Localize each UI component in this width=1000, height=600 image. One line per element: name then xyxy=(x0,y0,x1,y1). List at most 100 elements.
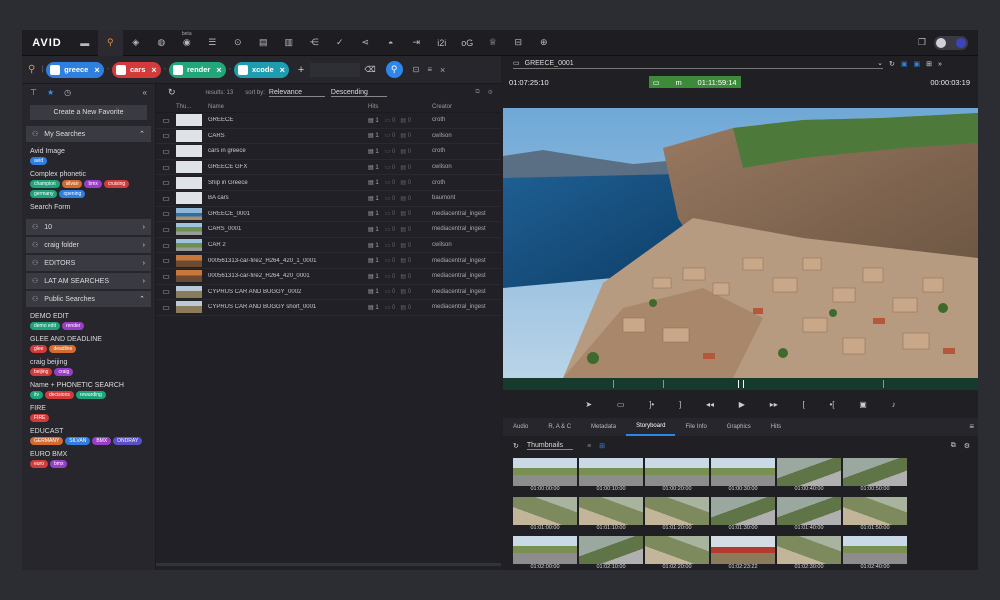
search-button[interactable]: ⚲ xyxy=(385,61,403,78)
grid-icon[interactable]: ▤ xyxy=(251,30,277,56)
tab-storyboard[interactable]: Storyboard xyxy=(626,418,676,436)
refresh-icon[interactable]: ↻ xyxy=(168,87,176,98)
settings-icon[interactable]: ⚙ xyxy=(964,442,970,450)
tab-r-a-c[interactable]: R, A & C xyxy=(538,418,581,436)
table-row[interactable]: ▭ cars in greece ▤ 1 ▭ 0 ▤ 0 croth xyxy=(156,144,501,160)
favorite-item[interactable]: GLEE AND DEADLINE glee deadline xyxy=(22,332,155,355)
list-icon[interactable]: ☰ xyxy=(200,30,226,56)
tab-metadata[interactable]: Metadata xyxy=(581,418,626,436)
audio-icon[interactable]: ♪ xyxy=(892,400,896,409)
asset-name[interactable]: GREECE_0001 xyxy=(525,60,574,67)
remove-chip-icon[interactable]: × xyxy=(216,65,221,75)
search-chip-render[interactable]: render × xyxy=(169,61,226,78)
storyboard-thumbnail[interactable]: 01:02:00:00 xyxy=(513,536,577,570)
go-to-in-icon[interactable]: •[ xyxy=(829,400,834,409)
storyboard-thumbnail[interactable]: 01:01:00:00 xyxy=(513,497,577,535)
search-chip-greece[interactable]: greece × xyxy=(46,61,104,78)
storyboard-thumbnail[interactable]: 01:00:00:00 xyxy=(513,458,577,496)
search-options-icon[interactable]: ⊡ xyxy=(413,65,420,74)
table-row[interactable]: ▭ Ship in Greece ▤ 1 ▭ 0 ▤ 0 croth xyxy=(156,175,501,191)
favorite-item[interactable]: Complex phonetic champion silvan bmx cruisin… xyxy=(22,167,155,200)
chevron-down-icon[interactable]: ⌄ xyxy=(877,59,883,67)
table-row[interactable]: ▭ 000561313-car-fire2_H264_420_0001 ▤ 1 ▭ 0… xyxy=(156,269,501,285)
remove-chip-icon[interactable]: × xyxy=(94,65,99,75)
panel-menu-icon[interactable]: ≡ xyxy=(969,422,974,431)
col-hits[interactable]: Hits xyxy=(368,104,432,110)
forward-icon[interactable]: ▸▸ xyxy=(770,400,778,409)
rewind-icon[interactable]: ◂◂ xyxy=(706,400,714,409)
eye-icon[interactable]: ◓ xyxy=(378,30,404,56)
storyboard-thumbnail[interactable]: 01:02:40:00 xyxy=(843,536,907,570)
storyboard-thumbnail[interactable]: 01:00:50:00 xyxy=(843,458,907,496)
tc-mode[interactable]: m xyxy=(676,78,682,87)
search-text-input[interactable] xyxy=(310,62,361,77)
favorite-item[interactable]: Name + PHONETIC SEARCH itv decisions reward… xyxy=(22,378,155,401)
storyboard-thumbnail[interactable]: 01:01:20:00 xyxy=(645,497,709,535)
clock-icon[interactable]: ◷ xyxy=(64,88,71,97)
remove-chip-icon[interactable]: × xyxy=(280,65,285,75)
copy-icon[interactable]: ⧉ xyxy=(951,442,956,450)
storyboard-thumbnail[interactable]: 01:02:23:22 xyxy=(711,536,775,570)
refresh-icon[interactable]: ↻ xyxy=(513,442,519,450)
mark-in-go-icon[interactable]: ]• xyxy=(649,400,654,409)
search-chip-xcode[interactable]: xcode × xyxy=(233,61,289,78)
storyboard-thumbnail[interactable]: 01:01:10:00 xyxy=(579,497,643,535)
share-icon[interactable]: ⋲ xyxy=(302,30,328,56)
zoom-icon[interactable]: ⊕ xyxy=(531,30,557,56)
timeline-scrubber[interactable] xyxy=(503,378,978,390)
storyboard-thumbnail[interactable]: 01:00:40:00 xyxy=(777,458,841,496)
settings-icon[interactable]: ⚙ xyxy=(488,89,493,96)
public-searches-header[interactable]: ⚇ Public Searches ⌃ xyxy=(26,291,151,307)
mark-in-icon[interactable]: [ xyxy=(802,400,804,409)
folder-item[interactable]: ⚇ LAT AM SEARCHES › xyxy=(26,273,151,289)
magnify-globe-icon[interactable]: ⊙ xyxy=(225,30,251,56)
og-icon[interactable]: oG xyxy=(455,30,481,56)
col-thumb[interactable]: Thu... xyxy=(176,104,208,110)
grid-icon[interactable]: ⊞ xyxy=(926,60,932,68)
check-icon[interactable]: ✓ xyxy=(327,30,353,56)
clear-search-icon[interactable]: ⌫ xyxy=(364,65,375,74)
tab-audio[interactable]: Audio xyxy=(503,418,538,436)
storyboard-thumbnail[interactable]: 01:02:30:00 xyxy=(777,536,841,570)
video-frame[interactable] xyxy=(503,108,978,378)
user-toggle[interactable] xyxy=(934,35,968,50)
pin-icon[interactable]: ⊤ xyxy=(30,88,37,97)
table-row[interactable]: ▭ GREECE ▤ 1 ▭ 0 ▤ 0 croth xyxy=(156,113,501,129)
trophy-icon[interactable]: ♕ xyxy=(480,30,506,56)
tab-file-info[interactable]: File Info xyxy=(675,418,716,436)
folder-item[interactable]: ⚇ craig folder › xyxy=(26,237,151,253)
storyboard-thumbnail[interactable]: 01:02:20:00 xyxy=(645,536,709,570)
monitor-icon[interactable]: ⊟ xyxy=(506,30,532,56)
grid-view-icon[interactable]: ⊞ xyxy=(599,442,605,450)
timecode-display[interactable]: ▭ m 01:11:59:14 xyxy=(648,76,741,88)
folder-icon[interactable]: ▬ xyxy=(72,30,98,56)
add-criteria-button[interactable]: + xyxy=(298,64,304,76)
favorite-item[interactable]: Avid Image avid xyxy=(22,144,155,167)
sort-select[interactable]: Relevance xyxy=(268,89,325,97)
favorite-item[interactable]: DEMO EDIT demo edit render xyxy=(22,309,155,332)
favorite-item[interactable]: EDUCAST GERMANY SILVAN BMX ONDRAY xyxy=(22,424,155,447)
film-icon[interactable]: ▥ xyxy=(276,30,302,56)
play-icon[interactable]: ▶ xyxy=(739,400,745,409)
picture-icon[interactable]: ▣ xyxy=(914,60,921,68)
i2i-icon[interactable]: i2i xyxy=(429,30,455,56)
table-row[interactable]: ▭ CYPRUS CAR AND BUGGY short_0001 ▤ 1 ▭ 0 ▤ … xyxy=(156,300,501,316)
tab-graphics[interactable]: Graphics xyxy=(717,418,761,436)
horizontal-scrollbar[interactable] xyxy=(156,563,501,566)
search-icon[interactable]: ⚲ xyxy=(28,64,35,75)
copy-icon[interactable]: ⧉ xyxy=(475,89,479,96)
tab-hits[interactable]: Hits xyxy=(761,418,791,436)
storyboard-thumbnail[interactable]: 01:00:30:00 xyxy=(711,458,775,496)
col-name[interactable]: Name xyxy=(208,104,368,110)
frame-icon[interactable]: ▭ xyxy=(617,400,625,409)
table-row[interactable]: ▭ BA cars ▤ 1 ▭ 0 ▤ 0 baumont xyxy=(156,191,501,207)
storyboard-thumbnail[interactable]: 01:00:20:00 xyxy=(645,458,709,496)
view-select[interactable]: Thumbnails xyxy=(526,442,574,450)
remove-chip-icon[interactable]: × xyxy=(151,65,156,75)
diamond-icon[interactable]: ◈ xyxy=(123,30,149,56)
snapshot-icon[interactable]: ▣ xyxy=(859,400,867,409)
mark-out-icon[interactable]: ] xyxy=(679,400,681,409)
table-row[interactable]: ▭ CARS_0001 ▤ 1 ▭ 0 ▤ 0 mediacentral_ingest xyxy=(156,222,501,238)
create-favorite-button[interactable]: Create a New Favorite xyxy=(30,105,147,120)
list-view-icon[interactable]: ≡ xyxy=(587,443,591,450)
